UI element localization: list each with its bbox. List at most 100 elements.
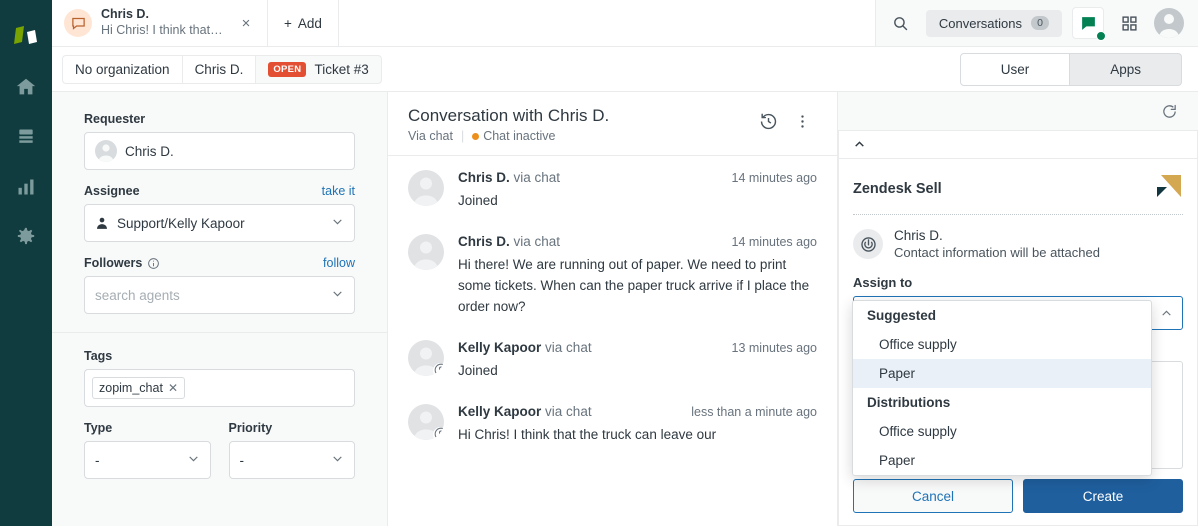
message-timestamp: 13 minutes ago [722,341,817,355]
grid-apps-icon[interactable] [1114,8,1144,38]
chevron-up-icon [853,138,866,151]
app-collapse-toggle[interactable] [839,131,1197,159]
main-column: Chris D. Hi Chris! I think that th... × … [52,0,1198,526]
refresh-icon[interactable] [1154,96,1184,126]
message-channel: via chat [545,340,592,355]
message-body: Chris D. via chat 14 minutes ago Joined [458,170,817,212]
assign-to-dropdown[interactable]: Suggested Office supply Paper Distributi… [852,300,1152,476]
sidebar-item-reporting[interactable] [0,162,52,212]
agent-badge-icon [433,427,444,440]
message-item: Chris D. via chat 14 minutes ago Hi ther… [408,234,817,318]
message-body: Chris D. via chat 14 minutes ago Hi ther… [458,234,817,318]
priority-field: Priority - [229,421,356,479]
breadcrumb-ticket[interactable]: OPEN Ticket #3 [255,55,381,84]
create-button[interactable]: Create [1023,479,1183,513]
zendesk-logo-icon[interactable] [0,10,52,62]
ticket-tab-chris-d[interactable]: Chris D. Hi Chris! I think that th... × [52,0,268,46]
followers-input[interactable]: search agents [84,276,355,314]
close-icon[interactable]: × [235,12,257,34]
dropdown-option-office-supply-suggested[interactable]: Office supply [853,330,1151,359]
status-badge: OPEN [268,62,306,77]
message-timestamp: less than a minute ago [681,405,817,419]
chevron-down-icon [331,215,344,231]
priority-value: - [240,453,245,468]
message-body: Kelly Kapoor via chat 13 minutes ago Joi… [458,340,817,382]
message-text: Joined [458,191,817,212]
chat-bubble-icon [64,9,92,37]
sidebar-item-home[interactable] [0,62,52,112]
requester-label: Requester [84,112,145,126]
sell-contact-name: Chris D. [894,227,1100,245]
message-body: Kelly Kapoor via chat less than a minute… [458,404,817,446]
user-avatar-icon[interactable] [1154,8,1184,38]
sidebar-item-views[interactable] [0,112,52,162]
tab-bar: Chris D. Hi Chris! I think that th... × … [52,0,1198,47]
take-it-link[interactable]: take it [322,184,355,198]
tag-chip[interactable]: zopim_chat ✕ [92,377,185,399]
add-tab-button[interactable]: + Add [268,0,339,46]
conversations-button[interactable]: Conversations 0 [926,10,1062,37]
type-label: Type [84,421,112,435]
more-vertical-icon[interactable] [787,106,817,136]
properties-divider [52,332,387,333]
cancel-button[interactable]: Cancel [853,479,1013,513]
tab-apps[interactable]: Apps [1070,53,1182,86]
assignee-value: Support/Kelly Kapoor [117,216,245,231]
breadcrumb-organization[interactable]: No organization [62,55,182,84]
followers-placeholder: search agents [95,288,180,303]
chevron-down-icon [187,452,200,468]
assignee-select[interactable]: Support/Kelly Kapoor [84,204,355,242]
apps-panel: Zendesk Sell [838,92,1198,526]
type-select[interactable]: - [84,441,211,479]
close-icon[interactable]: ✕ [168,381,178,395]
tab-title: Chris D. [101,7,226,23]
agent-badge-icon [433,363,444,376]
requester-label-row: Requester [84,112,355,126]
history-clock-icon[interactable] [753,106,783,136]
follow-link[interactable]: follow [323,256,355,270]
dropdown-option-paper-suggested[interactable]: Paper [853,359,1151,388]
conversation-meta: Via chat | Chat inactive [408,129,609,143]
message-text: Hi there! We are running out of paper. W… [458,255,817,318]
avatar [408,340,444,376]
tab-subtitle: Hi Chris! I think that th... [101,23,226,39]
add-tab-label: Add [298,16,322,31]
zendesk-agent-workspace: Chris D. Hi Chris! I think that th... × … [0,0,1198,526]
plus-icon: + [284,16,292,31]
followers-label: Followers [84,256,142,270]
message-list: Chris D. via chat 14 minutes ago Joined [388,156,837,526]
breadcrumb: No organization Chris D. OPEN Ticket #3 [62,55,382,84]
dropdown-option-paper-distributions[interactable]: Paper [853,446,1151,475]
info-icon [147,257,160,270]
search-icon[interactable] [886,8,916,38]
apps-panel-toolbar [838,92,1198,130]
tags-input[interactable]: zopim_chat ✕ [84,369,355,407]
topbar-actions: Conversations 0 [876,0,1198,46]
sell-app-header: Zendesk Sell [853,173,1183,215]
requester-input[interactable]: Chris D. [84,132,355,170]
message-header: Chris D. via chat 14 minutes ago [458,234,817,249]
conversation-channel: Via chat [408,129,453,143]
message-text: Joined [458,361,817,382]
sidebar-item-admin[interactable] [0,212,52,262]
assign-to-label: Assign to [853,275,1183,290]
chevron-down-icon [331,287,344,303]
requester-value: Chris D. [125,144,174,159]
tab-text: Chris D. Hi Chris! I think that th... [101,7,226,38]
assignee-field: Assignee take it Support/Kelly Kapoor [84,184,355,242]
type-value: - [95,453,100,468]
priority-select[interactable]: - [229,441,356,479]
tag-label: zopim_chat [99,381,163,395]
message-channel: via chat [545,404,592,419]
type-priority-row: Type - Priority [84,421,355,479]
chevron-down-icon [331,452,344,468]
breadcrumb-requester[interactable]: Chris D. [182,55,256,84]
chat-status-button[interactable] [1072,7,1104,39]
dropdown-option-office-supply-distributions[interactable]: Office supply [853,417,1151,446]
panel-toggle: User Apps [960,53,1182,86]
sell-contact-note: Contact information will be attached [894,245,1100,262]
tab-user[interactable]: User [960,53,1071,86]
conversation-header-actions [753,106,817,136]
sell-app-title: Zendesk Sell [853,181,942,197]
message-header: Kelly Kapoor via chat 13 minutes ago [458,340,817,355]
